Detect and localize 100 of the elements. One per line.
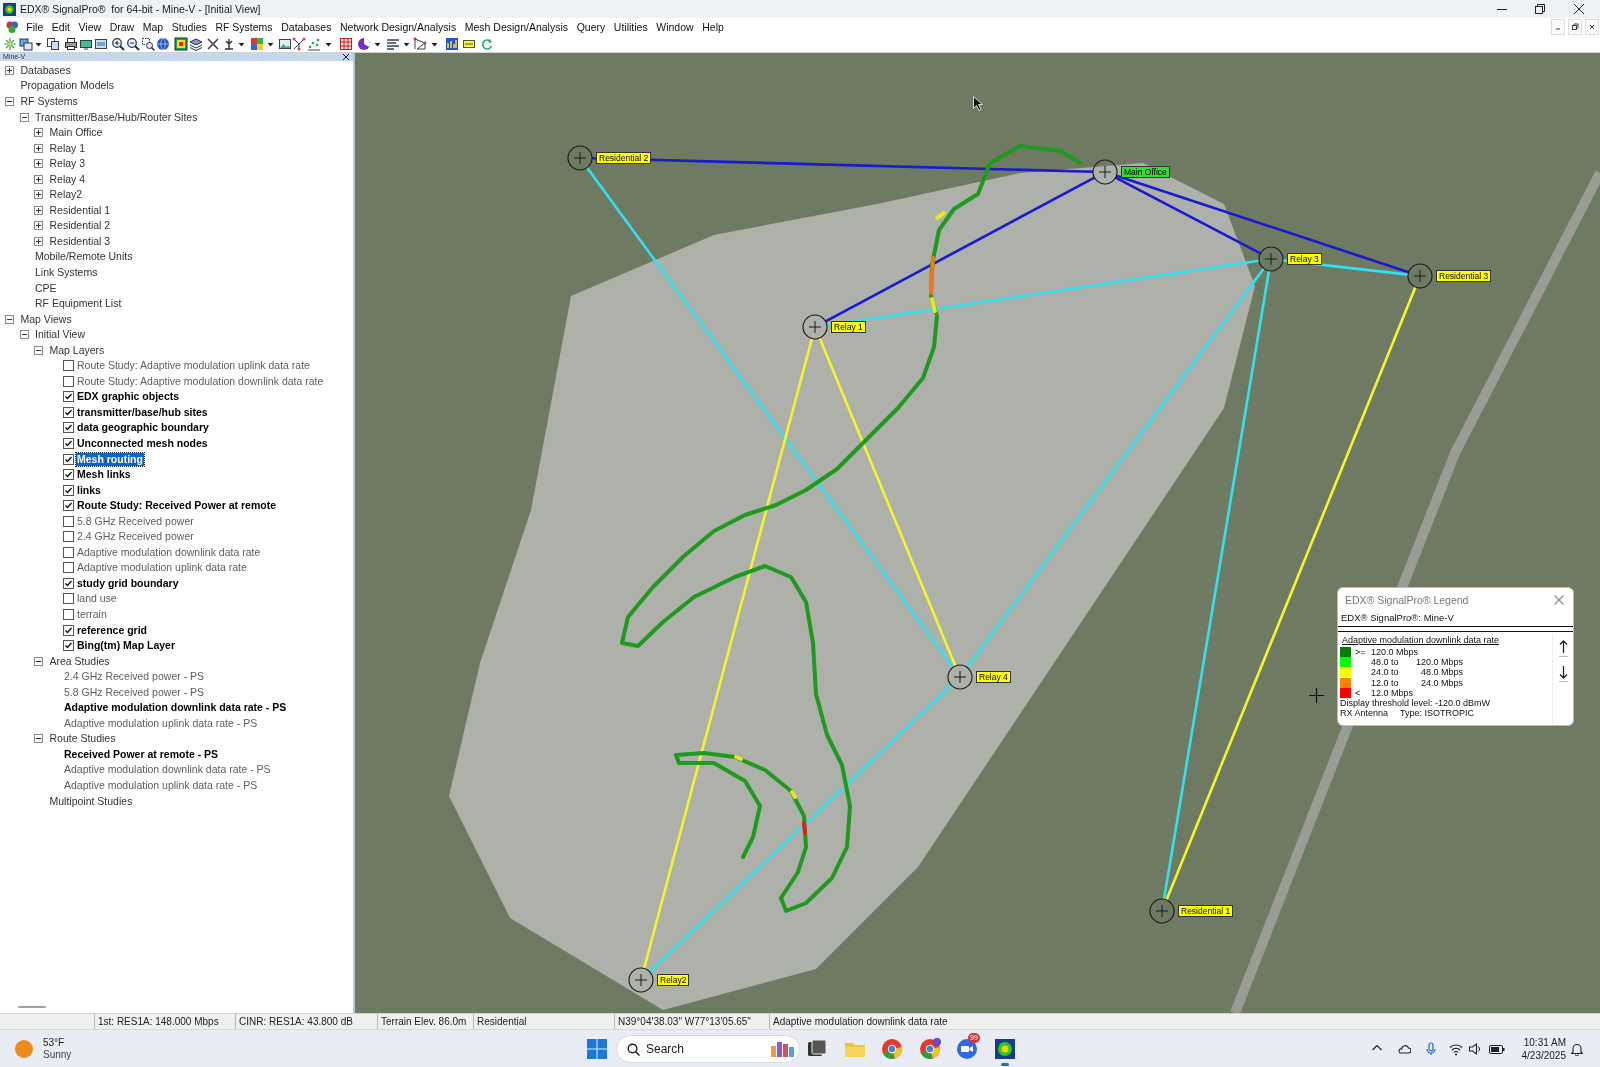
menu-item[interactable]: RF Systems (211, 20, 277, 34)
layer-checkbox[interactable] (63, 453, 74, 465)
tree-item[interactable]: Initial View (34, 328, 86, 342)
layer-checkbox[interactable] (63, 531, 74, 543)
tree-item[interactable]: Unconnected mesh nodes (76, 437, 209, 450)
tree-item[interactable]: Mesh routing (76, 452, 144, 466)
monitor-icon[interactable] (79, 37, 93, 51)
tree-item[interactable]: links (76, 483, 102, 497)
plus-box-icon[interactable] (34, 128, 43, 138)
layer-checkbox[interactable] (63, 562, 74, 574)
menu-item[interactable]: View (74, 20, 106, 34)
tree-item[interactable]: CPE (34, 281, 58, 295)
tree-item[interactable]: Adaptive modulation uplink data rate - PS (63, 716, 259, 730)
layers-icon[interactable] (189, 37, 203, 51)
layer-checkbox[interactable] (63, 577, 74, 589)
app-logo-icon[interactable] (992, 1037, 1017, 1066)
menu-item[interactable]: Map (138, 20, 168, 34)
menu-item[interactable]: Window (651, 20, 698, 34)
layer-checkbox[interactable] (63, 624, 74, 636)
tree-item[interactable]: Link Systems (34, 265, 99, 279)
menu-item[interactable]: Studies (167, 20, 212, 34)
caret-icon[interactable] (373, 40, 381, 48)
zoom-window-icon[interactable] (141, 37, 155, 51)
menu-item[interactable]: Databases (276, 20, 336, 34)
layer-checkbox[interactable] (63, 609, 74, 620)
plus-box-icon[interactable] (34, 174, 43, 184)
globe-icon[interactable] (156, 37, 170, 51)
tag-icon[interactable] (462, 37, 476, 51)
restore-icon[interactable] (1535, 4, 1545, 14)
menu-item[interactable]: Network Design/Analysis (335, 20, 461, 34)
caret-icon[interactable] (266, 40, 274, 48)
minus-box-icon[interactable] (19, 330, 29, 340)
layer-checkbox[interactable] (63, 484, 74, 496)
tree-item[interactable]: reference grid (76, 623, 149, 637)
browser-icon[interactable] (917, 1036, 942, 1061)
zoom-in-icon[interactable] (111, 37, 125, 51)
tree-item[interactable]: transmitter/base/hub sites (76, 405, 209, 419)
pie-chart-icon[interactable] (357, 37, 371, 51)
search-field[interactable]: Search (616, 1034, 800, 1063)
plus-box-icon[interactable] (34, 190, 43, 200)
close-icon[interactable] (1574, 4, 1584, 14)
plus-box-icon[interactable] (34, 221, 43, 231)
tree-item[interactable]: 2.4 GHz Received power - PS (63, 670, 206, 684)
scrollbar-thumb[interactable] (18, 1006, 46, 1008)
menu-item[interactable]: Edit (47, 20, 75, 34)
tree-item[interactable]: Adaptive modulation downlink data rate - PS (63, 701, 288, 715)
tree-item[interactable]: Residential 1 (48, 203, 112, 217)
panel-icon[interactable] (94, 37, 108, 51)
browser-icon[interactable] (880, 1036, 904, 1061)
layer-checkbox[interactable] (63, 515, 74, 527)
tiles-icon[interactable] (250, 37, 264, 51)
close-icon[interactable] (343, 54, 349, 60)
tree-item[interactable]: 2.4 GHz Received power (76, 530, 195, 544)
minus-box-icon[interactable] (34, 345, 43, 355)
caret-icon[interactable] (430, 40, 438, 48)
arrow-up-icon[interactable] (1558, 640, 1568, 657)
plus-box-icon[interactable] (34, 205, 43, 215)
tree-item[interactable]: 5.8 GHz Received power (76, 514, 195, 528)
tree-item[interactable]: Adaptive modulation uplink data rate (76, 561, 248, 575)
restore-icon[interactable] (1568, 19, 1582, 35)
layer-checkbox[interactable] (63, 640, 74, 652)
clock-time[interactable]: 10:31 AM (1523, 1035, 1566, 1049)
plus-box-icon[interactable] (34, 236, 43, 246)
tree-item[interactable]: Mobile/Remote Units (34, 250, 134, 264)
tree-item[interactable]: Route Studies (48, 732, 117, 746)
plus-box-icon[interactable] (5, 65, 14, 75)
bell-icon[interactable] (1571, 1041, 1583, 1056)
menu-item[interactable]: File (22, 20, 48, 34)
tree-item[interactable]: Adaptive modulation downlink data rate (76, 545, 262, 559)
tree-item[interactable]: Bing(tm) Map Layer (76, 639, 176, 653)
caret-icon[interactable] (402, 40, 410, 48)
copy-icon[interactable] (46, 37, 60, 51)
layer-checkbox[interactable] (63, 593, 74, 605)
menu-item[interactable]: Query (572, 20, 610, 34)
tree-item[interactable]: land use (76, 592, 118, 606)
tree-item[interactable]: Databases (19, 63, 72, 77)
tree-item[interactable]: Relay 4 (48, 172, 87, 186)
tree-item[interactable]: Residential 2 (48, 219, 112, 233)
tree-item[interactable]: EDX graphic objects (76, 390, 181, 404)
layer-checkbox[interactable] (63, 375, 74, 387)
tree-item[interactable]: Multipoint Studies (48, 794, 134, 808)
heatmap-icon[interactable] (174, 37, 188, 51)
layer-checkbox[interactable] (63, 360, 74, 372)
tree-item[interactable]: Route Study: Received Power at remote (76, 499, 277, 513)
tree-item[interactable]: Relay 3 (48, 157, 87, 171)
minus-box-icon[interactable] (5, 314, 14, 324)
tree-item[interactable]: Map Layers (48, 343, 106, 357)
plus-box-icon[interactable] (34, 143, 43, 153)
chart-icon[interactable] (445, 37, 459, 51)
grid-icon[interactable] (339, 37, 353, 51)
video-call-icon[interactable] (955, 1036, 979, 1061)
minus-box-icon[interactable] (34, 656, 43, 666)
menu-item[interactable]: Help (697, 20, 729, 34)
minus-box-icon[interactable] (34, 734, 43, 744)
microphone-icon[interactable] (1424, 1041, 1438, 1056)
zoom-out-icon[interactable] (126, 37, 140, 51)
mesh-icon[interactable] (413, 37, 427, 51)
layer-checkbox[interactable] (63, 391, 74, 403)
tree-item[interactable]: Mesh links (76, 468, 132, 482)
plus-box-icon[interactable] (34, 159, 43, 169)
